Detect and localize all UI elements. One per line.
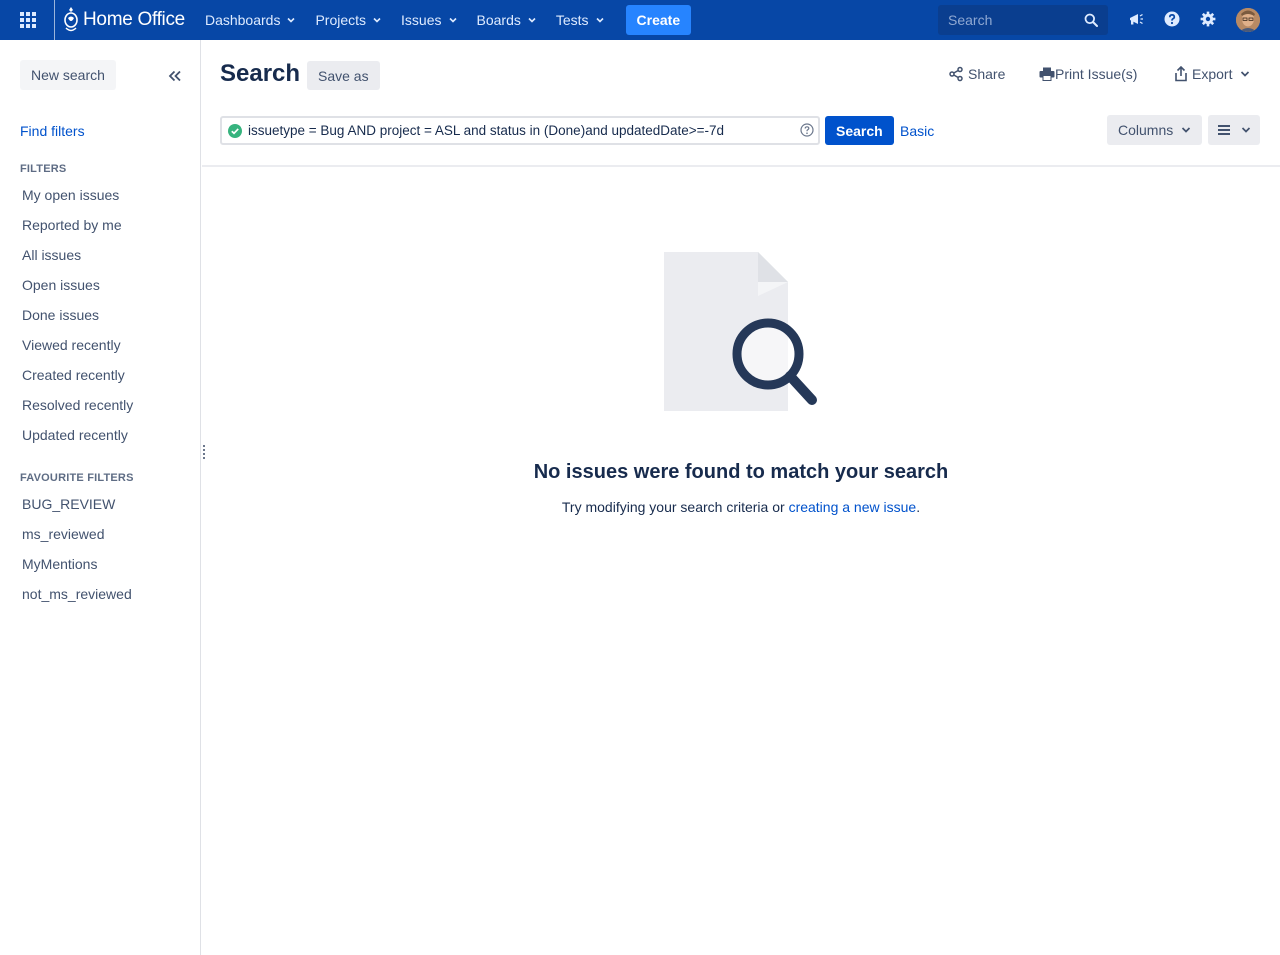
find-filters-link[interactable]: Find filters: [20, 123, 85, 139]
search-placeholder: Search: [948, 12, 993, 28]
header-divider: [202, 165, 1280, 167]
page-title: Search: [220, 60, 301, 87]
sidebar-item-updated-recently[interactable]: Updated recently: [22, 427, 128, 443]
columns-label: Columns: [1118, 122, 1174, 138]
chevron-down-icon: [448, 17, 457, 23]
printer-icon: [1039, 67, 1055, 81]
basic-mode-link[interactable]: Basic: [900, 123, 934, 139]
notifications-icon[interactable]: [1128, 11, 1144, 27]
filters-heading: FILTERS: [20, 163, 67, 175]
chevron-down-icon: [373, 17, 381, 23]
nav-issues[interactable]: Issues: [395, 0, 462, 40]
export-label: Export: [1192, 66, 1233, 82]
sidebar-item-done-issues[interactable]: Done issues: [22, 307, 99, 323]
nav-tests[interactable]: Tests: [550, 0, 610, 40]
sidebar-item-open-issues[interactable]: Open issues: [22, 277, 100, 293]
empty-state-desc-suffix: .: [916, 499, 921, 515]
share-label: Share: [968, 66, 1006, 82]
home-office-logo[interactable]: Home Office: [54, 0, 185, 40]
global-search-input[interactable]: Search: [938, 5, 1108, 35]
columns-button[interactable]: Columns: [1107, 115, 1203, 145]
print-label: Print Issue(s): [1055, 66, 1138, 82]
no-results-illustration-icon: [664, 252, 817, 411]
search-button[interactable]: Search: [825, 116, 894, 145]
sidebar-item-viewed-recently[interactable]: Viewed recently: [22, 337, 121, 353]
top-navigation: Home Office Dashboards Projects Issues B…: [0, 0, 1280, 40]
new-search-button[interactable]: New search: [20, 60, 116, 90]
list-view-icon: [1218, 125, 1230, 135]
favourite-filter-bug-review[interactable]: BUG_REVIEW: [22, 496, 115, 512]
print-issues-button[interactable]: Print Issue(s): [1039, 66, 1137, 82]
sidebar-item-reported-by-me[interactable]: Reported by me: [22, 217, 122, 233]
favourite-filter-mymentions[interactable]: MyMentions: [22, 556, 97, 572]
nav-dashboards[interactable]: Dashboards: [199, 0, 302, 40]
sidebar-item-my-open-issues[interactable]: My open issues: [22, 187, 119, 203]
app-switcher-button[interactable]: [8, 0, 48, 40]
chevron-down-icon: [1241, 127, 1251, 133]
sidebar: New search Find filters FILTERS My open …: [0, 40, 201, 955]
user-photo-icon: [1236, 8, 1260, 32]
query-help-icon[interactable]: [800, 123, 814, 137]
create-button[interactable]: Create: [625, 5, 692, 35]
chevron-down-icon: [287, 17, 296, 23]
share-icon: [949, 66, 963, 82]
sidebar-item-resolved-recently[interactable]: Resolved recently: [22, 397, 133, 413]
view-options-button[interactable]: [1208, 115, 1260, 145]
settings-icon[interactable]: [1200, 11, 1216, 27]
empty-state-desc-text: Try modifying your search criteria or: [561, 499, 789, 515]
nav-projects-label: Projects: [315, 12, 367, 28]
create-new-issue-link[interactable]: creating a new issue: [789, 499, 917, 515]
app-switcher-icon: [20, 12, 36, 28]
sidebar-item-all-issues[interactable]: All issues: [22, 247, 81, 263]
jql-query-input[interactable]: issuetype = Bug AND project = ASL and st…: [220, 116, 820, 145]
nav-issues-label: Issues: [401, 12, 442, 28]
chevron-down-icon: [595, 17, 604, 23]
valid-query-check-icon: [228, 123, 242, 138]
jql-query-text: issuetype = Bug AND project = ASL and st…: [248, 123, 725, 138]
collapse-sidebar-icon[interactable]: [168, 70, 182, 82]
search-icon: [1084, 13, 1098, 27]
save-as-button[interactable]: Save as: [307, 61, 380, 90]
empty-state-description: Try modifying your search criteria or cr…: [202, 499, 1280, 515]
sidebar-resize-handle[interactable]: [203, 445, 206, 459]
brand-name: Home Office: [83, 9, 185, 30]
chevron-down-icon: [528, 17, 536, 23]
export-button[interactable]: Export: [1174, 66, 1250, 82]
favourite-filter-ms-reviewed[interactable]: ms_reviewed: [22, 526, 104, 542]
avatar[interactable]: [1236, 8, 1260, 32]
nav-boards-label: Boards: [476, 12, 521, 28]
help-icon[interactable]: [1164, 11, 1180, 27]
nav-projects[interactable]: Projects: [309, 0, 387, 40]
crest-icon: [64, 7, 78, 32]
chevron-down-icon: [1182, 127, 1191, 133]
nav-tests-label: Tests: [555, 12, 589, 28]
empty-state-title: No issues were found to match your searc…: [533, 461, 949, 483]
export-icon: [1175, 66, 1187, 82]
nav-dashboards-label: Dashboards: [204, 12, 281, 28]
chevron-down-icon: [1241, 71, 1250, 77]
favourite-filters-heading: FAVOURITE FILTERS: [20, 472, 134, 484]
sidebar-item-created-recently[interactable]: Created recently: [22, 367, 125, 383]
favourite-filter-not-ms-reviewed[interactable]: not_ms_reviewed: [22, 586, 132, 602]
share-button[interactable]: Share: [948, 66, 1005, 82]
nav-boards[interactable]: Boards: [471, 0, 542, 40]
